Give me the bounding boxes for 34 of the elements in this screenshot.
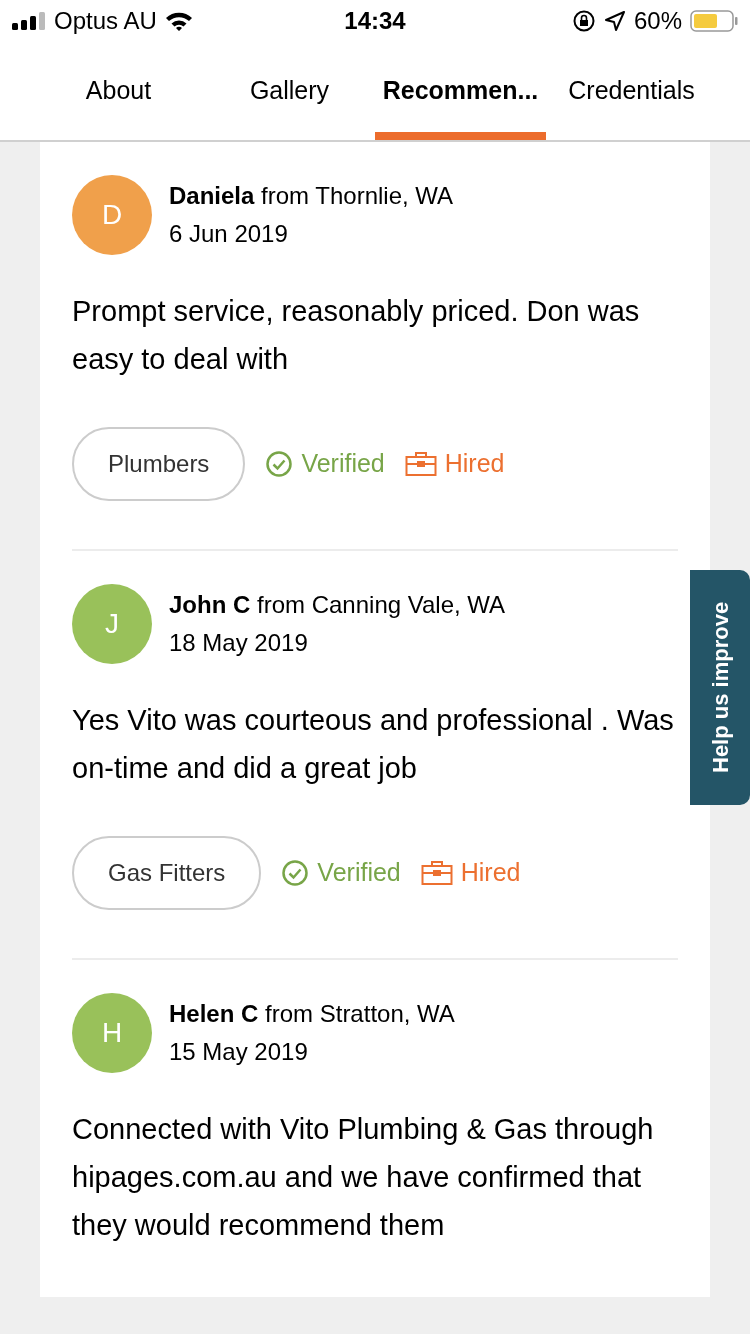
feedback-tab[interactable]: Help us improve xyxy=(690,570,750,805)
check-circle-icon xyxy=(265,450,294,478)
rotation-lock-icon xyxy=(571,9,596,33)
verified-label: Verified xyxy=(317,857,401,889)
briefcase-icon xyxy=(420,860,453,886)
tab[interactable]: About xyxy=(33,42,204,140)
tab[interactable]: Gallery xyxy=(204,42,375,140)
review-text: Yes Vito was courteous and professional . Was on-time and did a great job xyxy=(72,703,675,786)
category-tag: Plumbers xyxy=(72,427,246,501)
verified-label: Verified xyxy=(301,448,385,480)
tab[interactable]: Credentials xyxy=(546,42,717,140)
review-text: Connected with Vito Plumbing & Gas through hipages.com.au and we have confirmed that they would recommend them xyxy=(72,1112,655,1243)
category-tag: Gas Fitters xyxy=(72,836,262,910)
reviewer-line: John C from Canning Vale, WA xyxy=(169,590,506,620)
review-date: 15 May 2019 xyxy=(169,1037,309,1067)
hired-label: Hired xyxy=(444,448,505,480)
briefcase-icon xyxy=(404,451,437,477)
review-date: 6 Jun 2019 xyxy=(169,219,289,249)
carrier-name: Optus AU xyxy=(54,6,157,36)
reviewer-line: Daniela from Thornlie, WA xyxy=(169,181,454,211)
hired-label: Hired xyxy=(460,857,521,889)
avatar: H xyxy=(72,993,152,1073)
review-date: 18 May 2019 xyxy=(169,628,309,658)
signal-icon xyxy=(12,12,46,30)
location-arrow-icon xyxy=(603,10,626,32)
wifi-icon xyxy=(164,11,193,31)
avatar: J xyxy=(72,584,152,664)
reviewer-line: Helen C from Stratton, WA xyxy=(169,999,455,1029)
avatar: D xyxy=(72,175,152,255)
battery-icon xyxy=(690,10,738,32)
review-text: Prompt service, reasonably priced. Don was easy to deal with xyxy=(72,294,641,377)
battery-percent: 60% xyxy=(633,6,682,36)
check-circle-icon xyxy=(281,859,310,887)
clock-time: 14:34 xyxy=(344,6,406,36)
